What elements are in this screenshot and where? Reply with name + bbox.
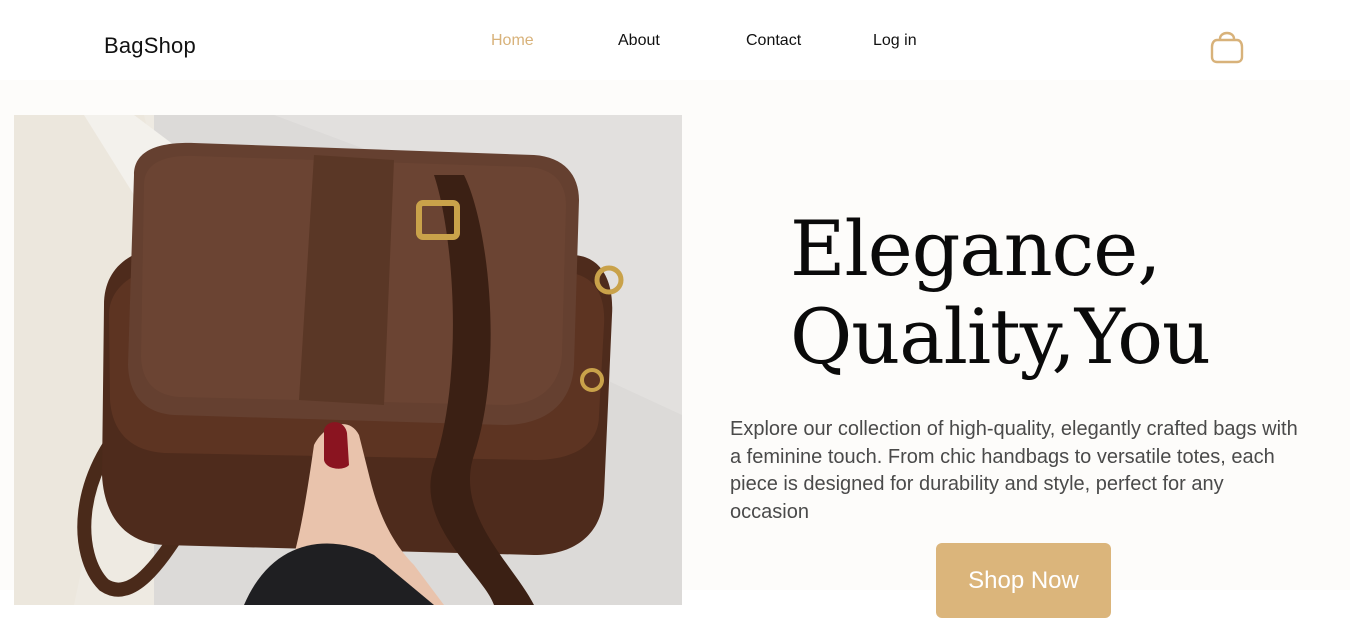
headline-line-2: Quality,You: [790, 292, 1211, 381]
brand-logo[interactable]: BagShop: [104, 33, 196, 59]
nav-link-home[interactable]: Home: [491, 32, 534, 50]
hero-description: Explore our collection of high-quality, …: [730, 418, 1298, 523]
hero-product-image: [14, 115, 682, 605]
shop-now-button[interactable]: Shop Now: [936, 543, 1111, 618]
hero-headline: Elegance, Quality,You: [790, 205, 1310, 381]
nav-link-contact[interactable]: Contact: [746, 32, 801, 50]
hero-section: Elegance, Quality,You Explore our collec…: [0, 80, 1350, 618]
nav-link-about[interactable]: About: [618, 32, 660, 50]
site-header: BagShop Home About Contact Log in: [0, 0, 1350, 80]
headline-line-1: Elegance,: [790, 204, 1161, 293]
shopping-bag-icon[interactable]: [1209, 27, 1245, 65]
nav-link-login[interactable]: Log in: [873, 32, 917, 50]
